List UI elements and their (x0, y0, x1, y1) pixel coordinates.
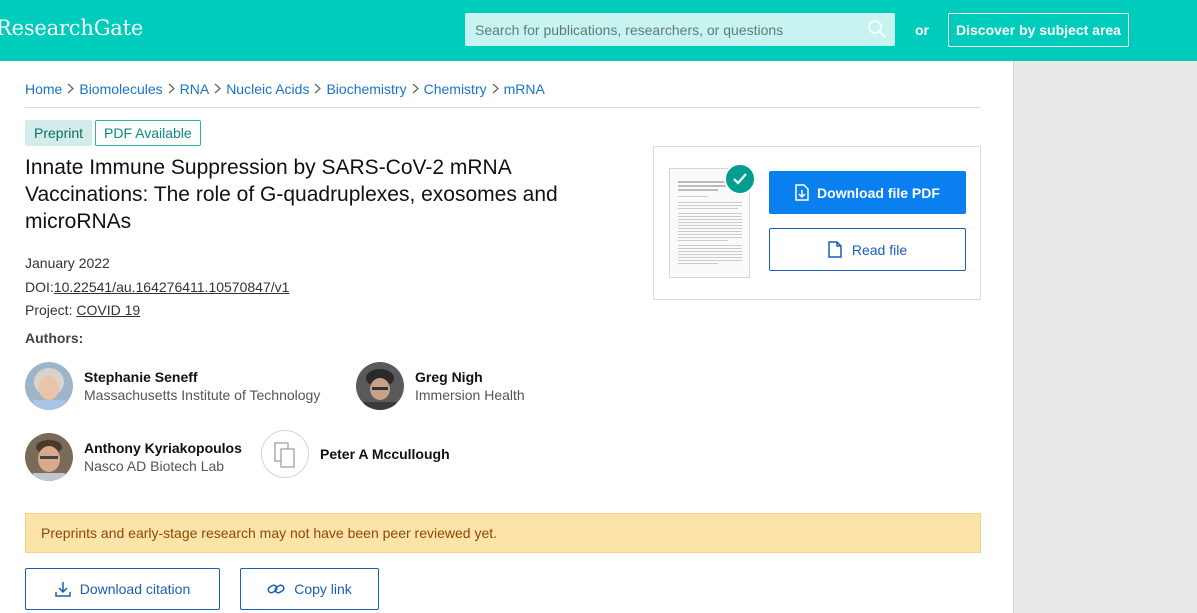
download-citation-label: Download citation (79, 581, 191, 597)
avatar[interactable] (25, 362, 73, 410)
link-icon (267, 584, 285, 594)
publication-date: January 2022 (25, 255, 110, 271)
pdf-available-badge: PDF Available (95, 120, 201, 146)
avatar-placeholder-icon[interactable] (261, 430, 309, 478)
read-file-label: Read file (851, 241, 908, 258)
author-peter-a-mccullough[interactable]: Peter A Mccullough (261, 430, 450, 478)
doi-link[interactable]: 10.22541/au.164276411.10570847/v1 (54, 279, 290, 295)
read-file-button[interactable]: Read file (769, 228, 966, 271)
or-label: or (915, 22, 929, 38)
chevron-right-icon (314, 81, 322, 96)
avatar[interactable] (356, 362, 404, 410)
pdf-card: Download file PDF Read file (653, 146, 981, 300)
search-input[interactable] (465, 13, 865, 46)
authors-heading: Authors: (25, 330, 84, 346)
download-file-pdf-label: Download file PDF (817, 184, 940, 201)
avatar[interactable] (25, 433, 73, 481)
file-icon (828, 241, 842, 258)
author-institution[interactable]: Massachusetts Institute of Technology (84, 386, 320, 404)
chevron-right-icon (67, 81, 75, 96)
author-name[interactable]: Peter A Mccullough (320, 445, 450, 463)
download-icon (54, 582, 71, 597)
check-icon (724, 163, 756, 195)
top-bar: ResearchGate or Discover by subject area (0, 0, 1197, 61)
breadcrumb-biomolecules[interactable]: Biomolecules (79, 81, 162, 97)
breadcrumb-chemistry[interactable]: Chemistry (424, 81, 487, 97)
doi-label: DOI: (25, 279, 54, 295)
discover-by-subject-button[interactable]: Discover by subject area (948, 13, 1129, 47)
project-line: Project: COVID 19 (25, 302, 140, 318)
chevron-right-icon (214, 81, 222, 96)
preprint-badge: Preprint (25, 120, 93, 146)
author-institution[interactable]: Immersion Health (415, 386, 525, 404)
author-greg-nigh[interactable]: Greg Nigh Immersion Health (356, 362, 525, 410)
peer-review-notice: Preprints and early-stage research may n… (25, 513, 981, 553)
author-name[interactable]: Greg Nigh (415, 368, 525, 386)
project-link[interactable]: COVID 19 (76, 302, 140, 318)
author-name[interactable]: Stephanie Seneff (84, 368, 320, 386)
breadcrumb: Home Biomolecules RNA Nucleic Acids Bioc… (25, 81, 981, 108)
file-download-icon (795, 184, 809, 201)
chevron-right-icon (492, 81, 499, 96)
project-label: Project: (25, 302, 73, 318)
chevron-right-icon (168, 81, 175, 96)
researchgate-logo[interactable]: ResearchGate (0, 16, 143, 40)
author-name[interactable]: Anthony Kyriakopoulos (84, 439, 242, 457)
breadcrumb-rna[interactable]: RNA (180, 81, 210, 97)
search-icon[interactable] (867, 19, 887, 39)
search-box[interactable] (465, 13, 895, 46)
chevron-right-icon (412, 81, 419, 96)
publication-title: Innate Immune Suppression by SARS-CoV-2 … (25, 156, 558, 233)
breadcrumb-biochemistry[interactable]: Biochemistry (326, 81, 406, 97)
author-institution[interactable]: Nasco AD Biotech Lab (84, 457, 242, 475)
breadcrumb-home[interactable]: Home (25, 81, 62, 97)
copy-link-label: Copy link (294, 581, 352, 597)
right-sidebar-background (1013, 61, 1197, 613)
copy-link-button[interactable]: Copy link (240, 568, 379, 610)
download-file-pdf-button[interactable]: Download file PDF (769, 171, 966, 214)
author-stephanie-seneff[interactable]: Stephanie Seneff Massachusetts Institute… (25, 362, 320, 410)
breadcrumb-mrna[interactable]: mRNA (504, 81, 545, 97)
author-anthony-kyriakopoulos[interactable]: Anthony Kyriakopoulos Nasco AD Biotech L… (25, 433, 242, 481)
download-citation-button[interactable]: Download citation (25, 568, 220, 610)
breadcrumb-nucleic-acids[interactable]: Nucleic Acids (226, 81, 309, 97)
doi-line: DOI:10.22541/au.164276411.10570847/v1 (25, 279, 289, 295)
